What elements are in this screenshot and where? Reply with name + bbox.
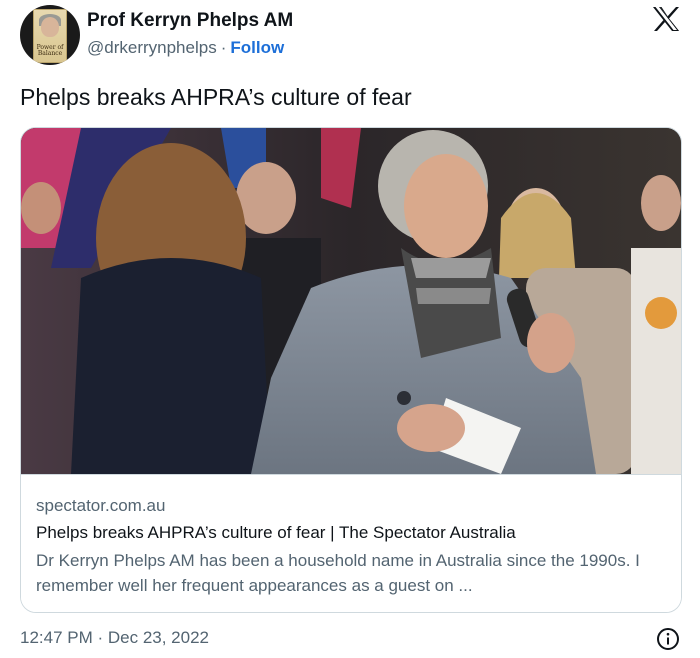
- separator-dot: ·: [220, 38, 227, 57]
- tweet-timestamp[interactable]: 12:47 PM · Dec 23, 2022: [20, 627, 209, 649]
- info-icon[interactable]: [656, 627, 680, 651]
- tweet-header: Power of Balance Prof Kerryn Phelps AM @…: [0, 0, 700, 72]
- article-photo-image: [21, 128, 681, 474]
- author-avatar[interactable]: Power of Balance: [20, 5, 80, 65]
- x-logo-icon[interactable]: [651, 6, 681, 32]
- card-title: Phelps breaks AHPRA’s culture of fear | …: [36, 523, 516, 542]
- link-preview-card[interactable]: spectator.com.au Phelps breaks AHPRA’s c…: [20, 127, 682, 613]
- follow-button[interactable]: Follow: [230, 38, 284, 57]
- card-domain: spectator.com.au: [36, 496, 166, 515]
- link-preview-meta[interactable]: spectator.com.au Phelps breaks AHPRA’s c…: [21, 474, 681, 612]
- author-handle-row: @drkerrynphelps · Follow: [87, 37, 284, 59]
- author-display-name[interactable]: Prof Kerryn Phelps AM: [87, 10, 293, 32]
- tweet-text: Phelps breaks AHPRA’s culture of fear: [20, 84, 412, 110]
- author-handle[interactable]: @drkerrynphelps: [87, 38, 217, 57]
- avatar-book-text: Power of Balance: [36, 44, 64, 57]
- article-photo[interactable]: [21, 128, 681, 474]
- card-description: Dr Kerryn Phelps AM has been a household…: [36, 551, 640, 595]
